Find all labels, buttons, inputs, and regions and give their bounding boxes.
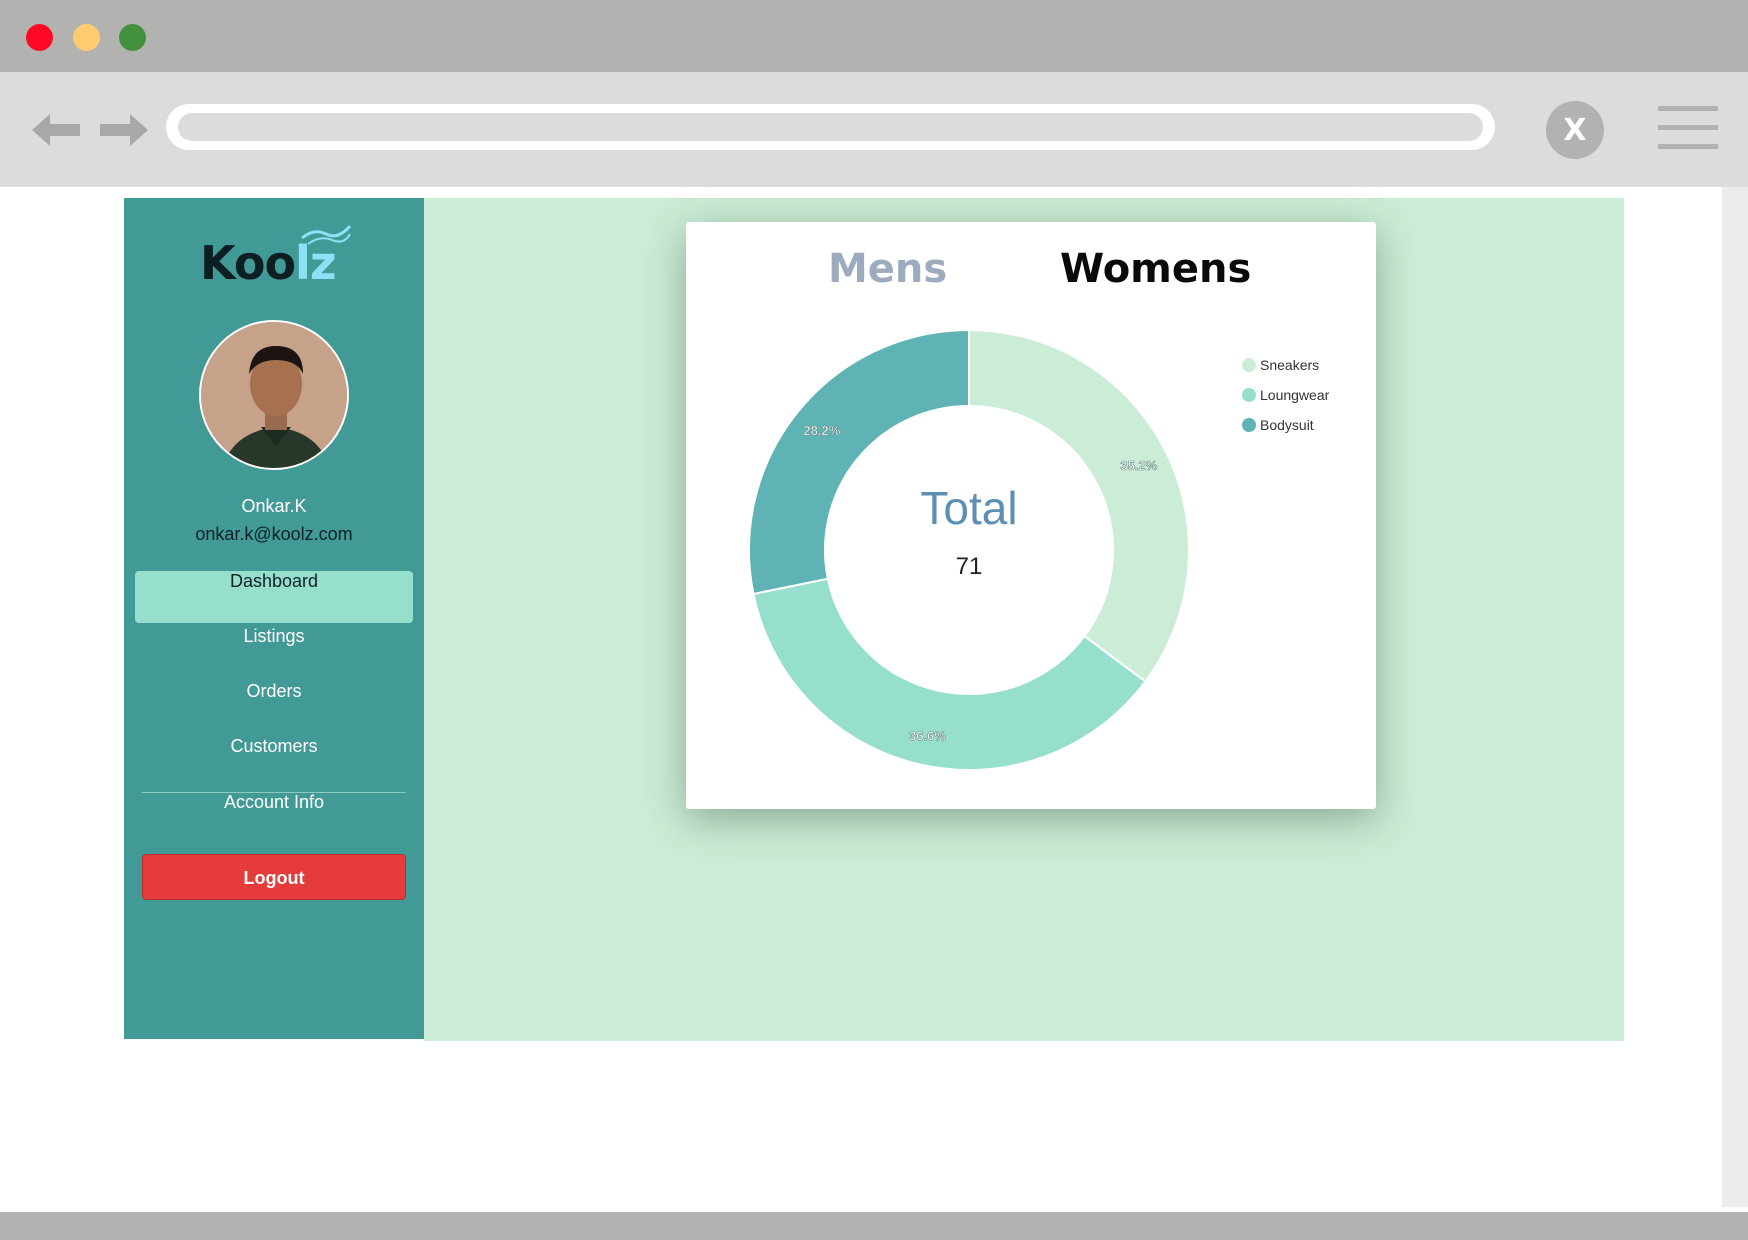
sidebar-item-listings[interactable]: Listings: [135, 626, 413, 678]
user-name: Onkar.K: [241, 496, 307, 516]
address-bar[interactable]: [166, 104, 1495, 150]
legend-swatch: [1242, 418, 1256, 432]
donut-chart: 35.2% 36.6% 28.2% Total 71: [748, 328, 1190, 771]
avatar[interactable]: [199, 320, 349, 470]
donut-slice-loungwear[interactable]: [752, 577, 1147, 771]
forward-arrow-icon[interactable]: [98, 112, 148, 148]
legend-label: Loungwear: [1260, 387, 1330, 403]
sidebar: Koolz Onkar.K onkar.k@koolz.com Dashboar…: [124, 198, 424, 1039]
sidebar-item-orders[interactable]: Orders: [135, 681, 413, 733]
browser-title-bar: [0, 0, 1748, 72]
address-input[interactable]: [178, 113, 1483, 141]
vertical-scrollbar[interactable]: [1722, 187, 1748, 1207]
legend-item[interactable]: Loungwear: [1242, 380, 1329, 410]
sidebar-item-account-info[interactable]: Account Info: [135, 792, 413, 844]
legend-swatch: [1242, 388, 1256, 402]
window-minimize-dot[interactable]: [73, 24, 100, 51]
chart-card: 35.2% 36.6% 28.2% Total 71 Mens Womens Sne…: [686, 222, 1376, 809]
legend-swatch: [1242, 358, 1256, 372]
close-icon[interactable]: X: [1546, 101, 1604, 159]
chart-center-label: Total: [920, 482, 1017, 534]
donut-slice-label: 28.2%: [803, 423, 840, 438]
donut-slice-bodysuit[interactable]: [748, 328, 970, 596]
legend-item[interactable]: Bodysuit: [1242, 410, 1329, 440]
tab-womens[interactable]: Womens: [1060, 246, 1251, 292]
profile-photo: [201, 322, 347, 468]
logout-button[interactable]: Logout: [142, 854, 406, 900]
window-maximize-dot[interactable]: [119, 24, 146, 51]
browser-bottom-bar: [0, 1212, 1748, 1240]
chart-legend: Sneakers Loungwear Bodysuit: [1242, 350, 1329, 440]
donut-slice-label: 35.2%: [1120, 458, 1157, 473]
tab-mens[interactable]: Mens: [828, 246, 947, 292]
back-arrow-icon[interactable]: [32, 112, 82, 148]
legend-label: Sneakers: [1260, 357, 1320, 373]
sidebar-item-dashboard[interactable]: Dashboard: [135, 571, 413, 623]
donut-slice-label: 36.6%: [909, 728, 946, 743]
legend-item[interactable]: Sneakers: [1242, 350, 1329, 380]
logo-wave-icon: [301, 224, 352, 245]
sidebar-item-customers[interactable]: Customers: [135, 736, 413, 788]
browser-toolbar: X: [0, 72, 1748, 187]
legend-label: Bodysuit: [1260, 417, 1314, 433]
chart-center-value: 71: [956, 553, 983, 580]
user-email: onkar.k@koolz.com: [195, 524, 353, 544]
hamburger-menu-icon[interactable]: [1658, 106, 1718, 150]
window-close-dot[interactable]: [26, 24, 53, 51]
